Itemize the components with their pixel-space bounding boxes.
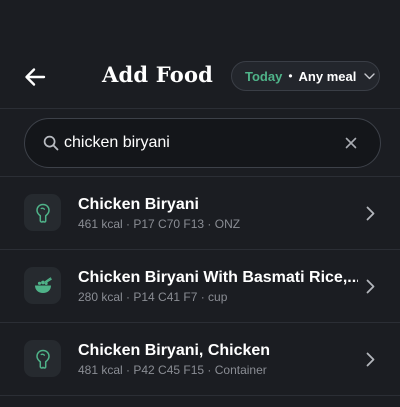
result-meta: 461 kcal · P17 C70 F13 · ONZ [78, 217, 241, 231]
search-icon [42, 134, 60, 152]
results-list: Chicken Biryani 461 kcal · P17 C70 F13 ·… [0, 177, 400, 396]
header: Add Food Today • Any meal [0, 45, 400, 107]
arrow-left-icon [25, 68, 46, 86]
bowl-icon [24, 267, 61, 304]
meal-selector-date: Today [245, 68, 283, 84]
result-meta: 280 kcal · P14 C41 F7 · cup [78, 290, 228, 304]
result-meta: 481 kcal · P42 C45 F15 · Container [78, 363, 267, 377]
header-divider [0, 108, 400, 109]
meal-selector-meal: Any meal [298, 68, 357, 84]
drumstick-icon [24, 340, 61, 377]
page-title: Add Food [102, 62, 214, 87]
back-button[interactable] [18, 60, 52, 94]
chevron-right-icon [363, 204, 377, 222]
clear-search-button[interactable] [337, 129, 365, 157]
result-name: Chicken Biryani, Chicken [78, 342, 271, 359]
result-item-chicken-biryani[interactable]: Chicken Biryani 461 kcal · P17 C70 F13 ·… [0, 177, 400, 250]
chevron-right-icon [363, 277, 377, 295]
chevron-down-icon [364, 72, 376, 80]
meal-selector-separator: • [288, 69, 293, 83]
result-item-chicken-biryani-chicken[interactable]: Chicken Biryani, Chicken 481 kcal · P42 … [0, 323, 400, 396]
close-icon [345, 137, 357, 149]
result-name: Chicken Biryani [78, 196, 199, 213]
search-box[interactable] [24, 118, 381, 168]
chevron-right-icon [363, 350, 377, 368]
search-input[interactable] [64, 131, 337, 155]
meal-selector[interactable]: Today • Any meal [231, 61, 380, 91]
add-food-screen: Add Food Today • Any meal chicken biryan… [0, 0, 400, 407]
result-name: Chicken Biryani With Basmati Rice,... [78, 269, 358, 286]
drumstick-icon [24, 194, 61, 231]
result-item-chicken-biryani-basmati-rice[interactable]: Chicken Biryani With Basmati Rice,... 28… [0, 250, 400, 323]
